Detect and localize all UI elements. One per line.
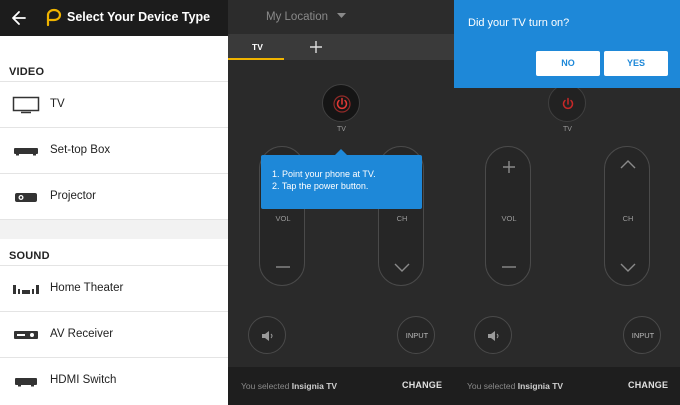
- selected-prefix: You selected: [241, 381, 290, 391]
- device-row-tv[interactable]: TV: [0, 81, 228, 127]
- set-top-box-icon: [14, 148, 38, 156]
- hdmi-switch-icon: [15, 378, 37, 387]
- selected-device-text: You selected Insignia TV: [241, 381, 337, 391]
- mute-button[interactable]: [248, 316, 286, 354]
- power-label: TV: [337, 126, 346, 133]
- input-label: INPUT: [405, 331, 429, 340]
- device-row-av-receiver[interactable]: AV Receiver: [0, 311, 228, 357]
- room-tab-bar: TV: [228, 34, 454, 60]
- device-type-screen: Select Your Device Type VIDEO TV Set-top…: [0, 0, 228, 405]
- channel-up-icon: [620, 160, 636, 169]
- change-button[interactable]: CHANGE: [628, 380, 668, 390]
- active-tab-indicator: [228, 58, 284, 60]
- volume-label: VOL: [275, 214, 291, 223]
- selected-prefix: You selected: [467, 381, 516, 391]
- add-icon[interactable]: [308, 39, 324, 55]
- tab-tv[interactable]: TV: [228, 34, 284, 60]
- channel-down-icon: [620, 263, 636, 272]
- device-label: AV Receiver: [50, 328, 114, 340]
- selected-device-name: Insignia TV: [291, 381, 338, 391]
- back-arrow-icon[interactable]: [10, 8, 28, 28]
- volume-down-icon: [276, 266, 290, 268]
- page-title: Select Your Device Type: [67, 10, 211, 24]
- power-icon: [562, 97, 574, 110]
- volume-rocker[interactable]: VOL: [485, 146, 531, 286]
- device-label: Projector: [50, 190, 97, 202]
- app-header: Select Your Device Type: [0, 0, 228, 36]
- volume-down-icon: [502, 266, 516, 268]
- selected-device-text: You selected Insignia TV: [467, 381, 563, 391]
- confirm-dialog: Did your TV turn on? NO YES: [454, 0, 680, 88]
- section-header-video: VIDEO: [9, 66, 45, 78]
- instruction-step-1: 1. Point your phone at TV.: [272, 169, 376, 179]
- confirm-power-screen: TV VOL CH INPUT You selected Insignia TV: [454, 0, 680, 405]
- projector-icon: [15, 193, 37, 202]
- power-button[interactable]: [322, 84, 360, 122]
- home-theater-icon: [13, 285, 39, 294]
- location-selector[interactable]: My Location: [266, 11, 328, 23]
- dialog-question: Did your TV turn on?: [468, 17, 570, 29]
- volume-label: VOL: [501, 214, 517, 223]
- instruction-step-2: 2. Tap the power button.: [272, 181, 369, 191]
- tab-label: TV: [252, 42, 263, 52]
- device-row-set-top-box[interactable]: Set-top Box: [0, 127, 228, 173]
- device-label: Home Theater: [50, 282, 124, 294]
- peel-logo-icon: [46, 8, 62, 27]
- power-button[interactable]: [548, 84, 586, 122]
- channel-rocker[interactable]: CH: [604, 146, 650, 286]
- change-button[interactable]: CHANGE: [402, 380, 442, 390]
- tv-icon: [12, 96, 40, 114]
- av-receiver-icon: [14, 331, 38, 339]
- section-divider: [0, 219, 228, 239]
- device-type-list: VIDEO TV Set-top Box Projector SOUND Hom…: [0, 36, 228, 405]
- input-label: INPUT: [631, 331, 655, 340]
- device-row-projector[interactable]: Projector: [0, 173, 228, 219]
- selected-device-name: Insignia TV: [517, 381, 564, 391]
- channel-label: CH: [622, 214, 634, 223]
- yes-button[interactable]: YES: [604, 51, 668, 76]
- device-label: TV: [50, 98, 65, 110]
- channel-label: CH: [396, 214, 408, 223]
- speaker-icon: [262, 331, 273, 341]
- device-row-hdmi-switch[interactable]: HDMI Switch: [0, 357, 228, 403]
- dropdown-caret-icon[interactable]: [337, 13, 346, 19]
- power-label: TV: [563, 126, 572, 133]
- location-bar: My Location: [228, 0, 454, 34]
- device-label: HDMI Switch: [50, 374, 117, 386]
- mute-button[interactable]: [474, 316, 512, 354]
- channel-down-icon: [394, 263, 410, 272]
- volume-up-icon: [503, 161, 515, 173]
- power-icon: [333, 95, 351, 113]
- selected-device-bar: You selected Insignia TV CHANGE: [454, 367, 680, 405]
- instruction-tooltip: 1. Point your phone at TV. 2. Tap the po…: [261, 149, 422, 209]
- device-row-home-theater[interactable]: Home Theater: [0, 265, 228, 311]
- selected-device-bar: You selected Insignia TV CHANGE: [228, 367, 454, 405]
- speaker-icon: [488, 331, 499, 341]
- remote-setup-screen: My Location TV TV VOL CH INPUT You selec…: [228, 0, 454, 405]
- no-button[interactable]: NO: [536, 51, 600, 76]
- input-button[interactable]: INPUT: [397, 316, 435, 354]
- device-label: Set-top Box: [50, 144, 111, 156]
- input-button[interactable]: INPUT: [623, 316, 661, 354]
- section-header-sound: SOUND: [9, 250, 50, 262]
